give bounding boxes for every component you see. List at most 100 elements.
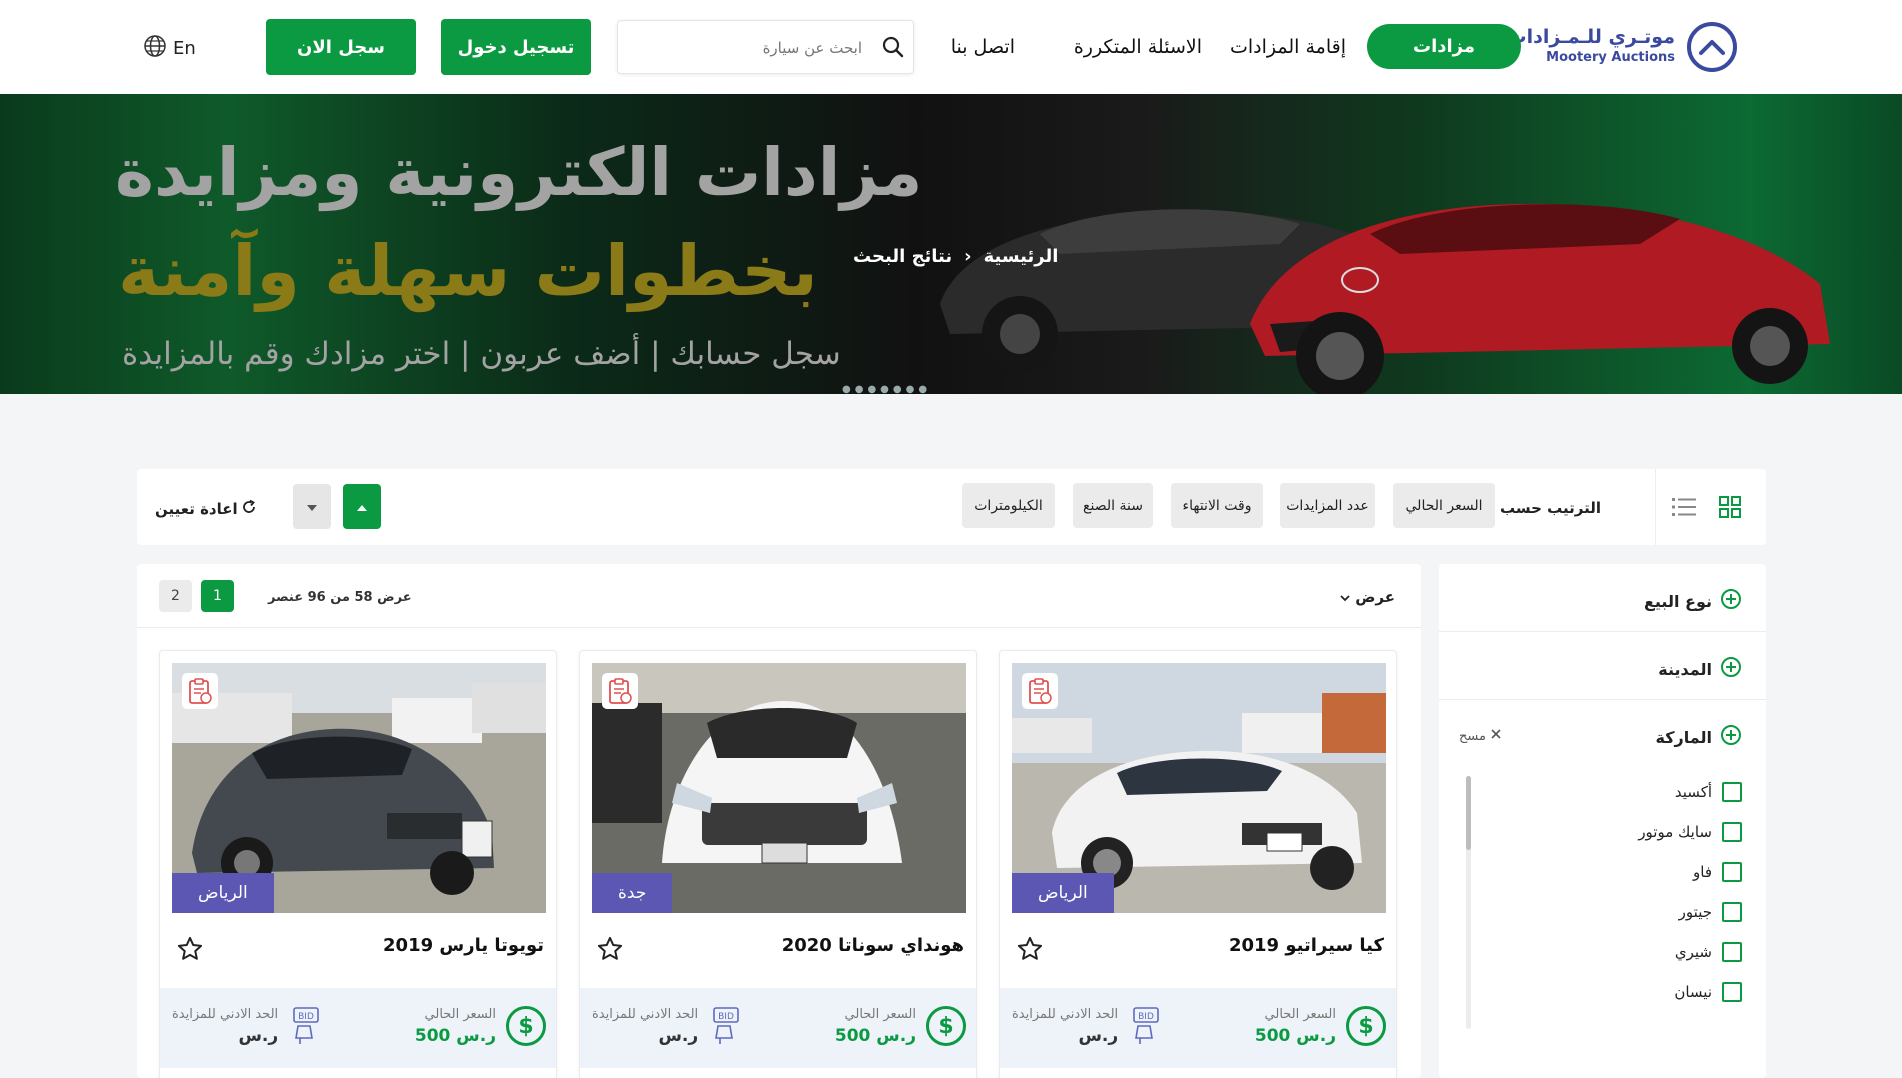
star-icon[interactable]: [596, 935, 624, 967]
search-input[interactable]: [632, 33, 862, 63]
brand-option[interactable]: أكسيد: [1675, 782, 1742, 802]
chevron-left-icon: ›: [964, 246, 972, 267]
nav-faq[interactable]: الاسئلة المتكررة: [1074, 36, 1202, 58]
min-bid-label: الحد الادني للمزايدة: [172, 1006, 279, 1022]
clear-brand-filter[interactable]: مسح: [1459, 728, 1502, 744]
globe-icon: [143, 34, 167, 63]
report-icon[interactable]: [602, 673, 638, 709]
star-icon[interactable]: [176, 935, 204, 967]
dollar-icon: $: [506, 1006, 546, 1046]
banner-headline-2: بخطوات سهلة وآمنة: [118, 230, 818, 312]
search-icon[interactable]: [881, 35, 905, 63]
current-price-value: 500 ر.س: [414, 1025, 496, 1046]
refresh-icon: [241, 499, 257, 519]
filter-brand-label: الماركة: [1655, 727, 1712, 747]
nav-hold-auction[interactable]: إقامة المزادات: [1230, 36, 1346, 58]
car-photo[interactable]: الرياض: [172, 663, 546, 913]
register-button[interactable]: سجل الان: [266, 19, 416, 75]
city-tag: الرياض: [1012, 873, 1114, 913]
results-header: عرض عرض 58 من 96 عنصر 1 2: [137, 564, 1421, 628]
price-bar: السعر الحالي 500 ر.س $ الحد الادني للمزا…: [1000, 988, 1396, 1068]
scrollbar-thumb[interactable]: [1466, 776, 1471, 850]
hero-banner: مزادات الكترونية ومزايدة بخطوات سهلة وآم…: [0, 94, 1902, 394]
min-bid-group: الحد الادني للمزايدة ر.س BID: [1012, 1006, 1162, 1046]
filters-sidebar: نوع البيع المدينة الماركة مسح أكسيد سايك…: [1439, 564, 1766, 1078]
brand-option[interactable]: نيسان: [1674, 982, 1742, 1002]
current-price-label: السعر الحالي: [424, 1006, 496, 1022]
search-box: [617, 20, 914, 74]
dollar-icon: $: [1346, 1006, 1386, 1046]
login-button[interactable]: تسجيل دخول: [441, 19, 591, 75]
min-bid-value: ر.س: [1012, 1026, 1118, 1046]
plus-circle-icon: [1720, 656, 1742, 682]
bid-icon: BID: [708, 1006, 742, 1046]
bid-icon: BID: [1128, 1006, 1162, 1046]
brand-option[interactable]: سايك موتور: [1638, 822, 1742, 842]
brand-checkbox[interactable]: [1722, 822, 1742, 842]
min-bid-group: الحد الادني للمزايدة ر.س BID: [172, 1006, 322, 1046]
brand-option-label: سايك موتور: [1638, 823, 1712, 841]
brand-list-scrollbar[interactable]: [1466, 776, 1471, 1029]
svg-text:BID: BID: [1138, 1012, 1154, 1022]
brand-option[interactable]: جيتور: [1679, 902, 1742, 922]
site-logo[interactable]: موتـري للـمـزادات Mootery Auctions: [1508, 20, 1737, 76]
sort-bid-count[interactable]: عدد المزايدات: [1280, 483, 1375, 528]
brand-option-label: جيتور: [1678, 903, 1712, 921]
sort-mileage[interactable]: الكيلومترات: [962, 483, 1055, 528]
brand-checkbox[interactable]: [1722, 982, 1742, 1002]
currency: ر.س: [876, 1025, 916, 1046]
brand-checkbox[interactable]: [1722, 862, 1742, 882]
report-icon[interactable]: [1022, 673, 1058, 709]
sort-current-price[interactable]: السعر الحالي: [1393, 483, 1495, 528]
star-icon[interactable]: [1016, 935, 1044, 967]
price-bar: السعر الحالي 500 ر.س $ الحد الادني للمزا…: [160, 988, 556, 1068]
logo-text-ar: موتـري للـمـزادات: [1507, 26, 1675, 48]
page-button-2[interactable]: 2: [159, 580, 192, 612]
car-photo[interactable]: الرياض: [1012, 663, 1386, 913]
nav-contact[interactable]: اتصل بنا: [951, 36, 1015, 58]
language-switcher[interactable]: En: [143, 34, 196, 63]
svg-text:BID: BID: [718, 1012, 734, 1022]
brand-checkbox[interactable]: [1722, 942, 1742, 962]
divider: [1655, 469, 1656, 545]
report-icon[interactable]: [182, 673, 218, 709]
banner-headline-3: سجل حسابك | أضف عربون | اختر مزادك وقم ب…: [122, 336, 841, 372]
car-title[interactable]: كيا سيراتيو 2019: [1229, 935, 1384, 956]
brand-option[interactable]: شيري: [1675, 942, 1742, 962]
sort-asc-button[interactable]: [343, 484, 381, 529]
sort-desc-button[interactable]: [293, 484, 331, 529]
brand-checkbox[interactable]: [1722, 782, 1742, 802]
brand-checkbox[interactable]: [1722, 902, 1742, 922]
view-dropdown[interactable]: عرض: [1340, 588, 1395, 606]
brand-option[interactable]: فاو: [1693, 862, 1742, 882]
current-price-label: السعر الحالي: [844, 1006, 916, 1022]
auctions-nav-button[interactable]: مزادات: [1367, 24, 1521, 69]
bid-icon: BID: [288, 1006, 322, 1046]
reset-button[interactable]: اعادة تعيين: [155, 499, 257, 519]
plus-circle-icon: [1720, 724, 1742, 750]
close-icon: [1490, 728, 1502, 744]
car-photo[interactable]: جدة: [592, 663, 966, 913]
car-title[interactable]: تويوتا يارس 2019: [383, 935, 544, 956]
car-card[interactable]: الرياض كيا سيراتيو 2019 السعر الحالي 500…: [999, 650, 1397, 1078]
page-button-1[interactable]: 1: [201, 580, 234, 612]
filter-brand[interactable]: الماركة: [1656, 724, 1742, 750]
car-card[interactable]: جدة هونداي سوناتا 2020 السعر الحالي 500 …: [579, 650, 977, 1078]
breadcrumb-home[interactable]: الرئيسية: [984, 246, 1059, 267]
car-title[interactable]: هونداي سوناتا 2020: [782, 935, 964, 956]
currency: ر.س: [238, 1025, 279, 1046]
filter-sale-type[interactable]: نوع البيع: [1439, 564, 1766, 632]
sort-year[interactable]: سنة الصنع: [1073, 483, 1153, 528]
car-card[interactable]: الرياض تويوتا يارس 2019 السعر الحالي 500…: [159, 650, 557, 1078]
brand-option-label: نيسان: [1674, 983, 1712, 1001]
list-view-icon[interactable]: [1671, 495, 1697, 523]
current-price-group: السعر الحالي 500 ر.س $: [415, 1006, 546, 1046]
filter-city[interactable]: المدينة: [1439, 632, 1766, 700]
grid-view-icon[interactable]: [1718, 495, 1742, 523]
current-price-group: السعر الحالي 500 ر.س $: [835, 1006, 966, 1046]
min-bid-value: ر.س: [172, 1026, 278, 1046]
results-count: عرض 58 من 96 عنصر: [268, 590, 412, 605]
view-dropdown-label: عرض: [1355, 588, 1395, 606]
sort-end-time[interactable]: وقت الانتهاء: [1171, 483, 1263, 528]
city-tag: جدة: [592, 873, 673, 913]
